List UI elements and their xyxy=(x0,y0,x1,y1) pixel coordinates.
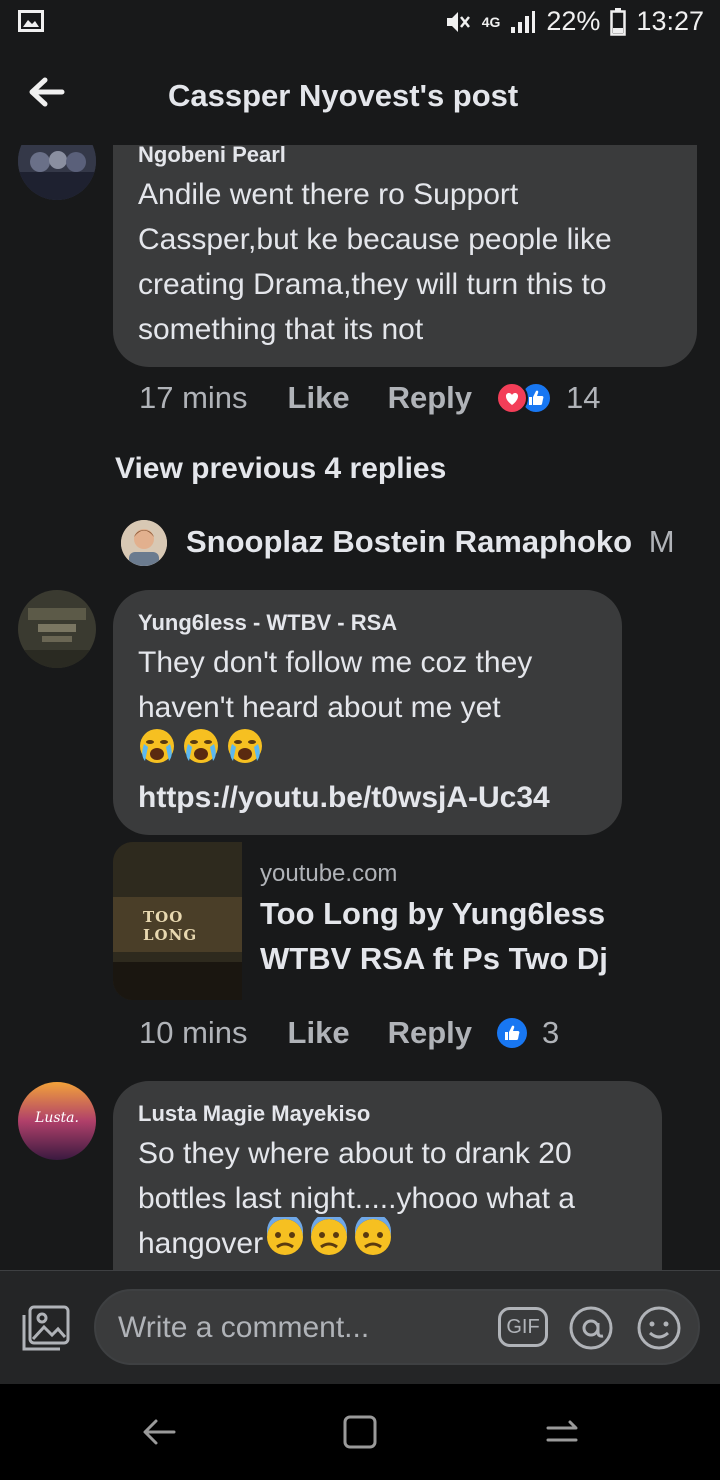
comment-bubble[interactable]: Lusta Magie Mayekiso So they where about… xyxy=(113,1081,662,1271)
comment-time: 17 mins xyxy=(139,380,248,415)
comment-actions: 17 mins Like Reply 14 xyxy=(139,380,600,416)
anxious-face-icon xyxy=(309,1213,349,1270)
nav-recents-icon[interactable] xyxy=(542,1412,582,1452)
comment-input-placeholder: Write a comment... xyxy=(118,1311,370,1344)
comment-line: haven't heard about me yet xyxy=(138,691,501,724)
reply-author-name: Snooplaz Bostein Ramaphoko xyxy=(186,524,633,559)
system-navigation-bar xyxy=(0,1384,720,1480)
network-type-icon: 4G xyxy=(482,15,501,29)
anxious-face-icon xyxy=(265,1213,305,1270)
avatar[interactable]: Lusta. xyxy=(18,1082,96,1160)
emoji-icon[interactable] xyxy=(636,1305,682,1351)
page-title-text: Cassper Nyovest's post xyxy=(168,78,519,113)
view-previous-replies[interactable]: View previous 4 replies xyxy=(115,452,446,486)
comment-actions: 10 mins Like Reply 3 xyxy=(139,1015,559,1051)
comment-line: something that its not xyxy=(138,313,424,346)
crying-face-icon xyxy=(226,727,264,778)
gif-button[interactable]: GIF xyxy=(498,1307,548,1347)
reply-preview[interactable]: Snooplaz Bostein Ramaphoko M xyxy=(186,524,675,560)
comment-time: 10 mins xyxy=(139,1015,248,1050)
reply-author-avatar[interactable] xyxy=(121,520,167,566)
emoji-row xyxy=(138,727,618,778)
like-button[interactable]: Like xyxy=(288,380,350,416)
reply-snippet: M xyxy=(648,524,675,559)
signal-icon xyxy=(510,10,536,34)
link-domain: youtube.com xyxy=(260,860,398,887)
comment-line: creating Drama,they will turn this to xyxy=(138,268,607,301)
comment-link[interactable]: https://youtu.be/t0wsjA-Uc34 xyxy=(138,775,618,820)
mention-icon[interactable] xyxy=(568,1305,614,1351)
thumbnail-caption: TOO LONG xyxy=(143,908,198,944)
status-bar: 4G 22% 13:27 xyxy=(0,0,720,50)
comment-input[interactable]: Write a comment... GIF xyxy=(94,1289,700,1365)
comment-line: They don't follow me coz they xyxy=(138,646,533,679)
image-notification-icon xyxy=(18,10,44,32)
like-reaction-icon xyxy=(496,1017,528,1049)
battery-icon xyxy=(610,7,627,36)
top-app-bar-overlay: Cassper Nyovest's post xyxy=(0,50,720,145)
crying-face-icon xyxy=(182,727,220,778)
comment-bubble[interactable]: Yung6less - WTBV - RSA They don't follow… xyxy=(113,590,622,835)
comment-author[interactable]: Ngobeni Pearl xyxy=(138,142,286,168)
nav-home-icon[interactable] xyxy=(340,1412,380,1452)
link-preview-card[interactable]: TOO LONG youtube.com Too Long by Yung6le… xyxy=(113,842,673,1000)
avatar-caption: Lusta. xyxy=(35,1110,79,1126)
comment-author[interactable]: Lusta Magie Mayekiso xyxy=(138,1101,370,1127)
mute-icon xyxy=(444,9,472,35)
link-title-line: WTBV RSA ft Ps Two Dj xyxy=(260,941,608,976)
comment-line: bottles last night.....yhooo what a xyxy=(138,1182,575,1215)
comment-author[interactable]: Yung6less - WTBV - RSA xyxy=(138,610,397,636)
avatar[interactable] xyxy=(18,590,96,668)
nav-back-icon[interactable] xyxy=(140,1412,180,1452)
battery-percent: 22% xyxy=(546,6,601,36)
reply-button[interactable]: Reply xyxy=(388,1015,472,1051)
love-reaction-icon xyxy=(496,382,528,414)
like-button[interactable]: Like xyxy=(288,1015,350,1051)
network-type-label: 4G xyxy=(481,13,501,30)
clock: 13:27 xyxy=(636,6,704,36)
anxious-face-icon xyxy=(353,1213,393,1270)
photo-icon[interactable] xyxy=(20,1303,72,1355)
gif-label: GIF xyxy=(506,1315,540,1338)
comment-line: Cassper,but ke because people like xyxy=(138,223,612,256)
back-button[interactable] xyxy=(26,72,70,112)
comment-line: So they where about to drank 20 xyxy=(138,1137,572,1170)
reaction-count[interactable]: 3 xyxy=(542,1015,559,1051)
reaction-count[interactable]: 14 xyxy=(566,380,600,416)
comment-line: hangover xyxy=(138,1227,264,1260)
link-preview-thumbnail: TOO LONG xyxy=(113,842,242,1000)
reply-button[interactable]: Reply xyxy=(388,380,472,416)
comment-composer: Write a comment... GIF xyxy=(0,1270,720,1385)
link-title-line: Too Long by Yung6less xyxy=(260,896,606,931)
comment-line: Andile went there ro Support xyxy=(138,178,519,211)
crying-face-icon xyxy=(138,727,176,778)
